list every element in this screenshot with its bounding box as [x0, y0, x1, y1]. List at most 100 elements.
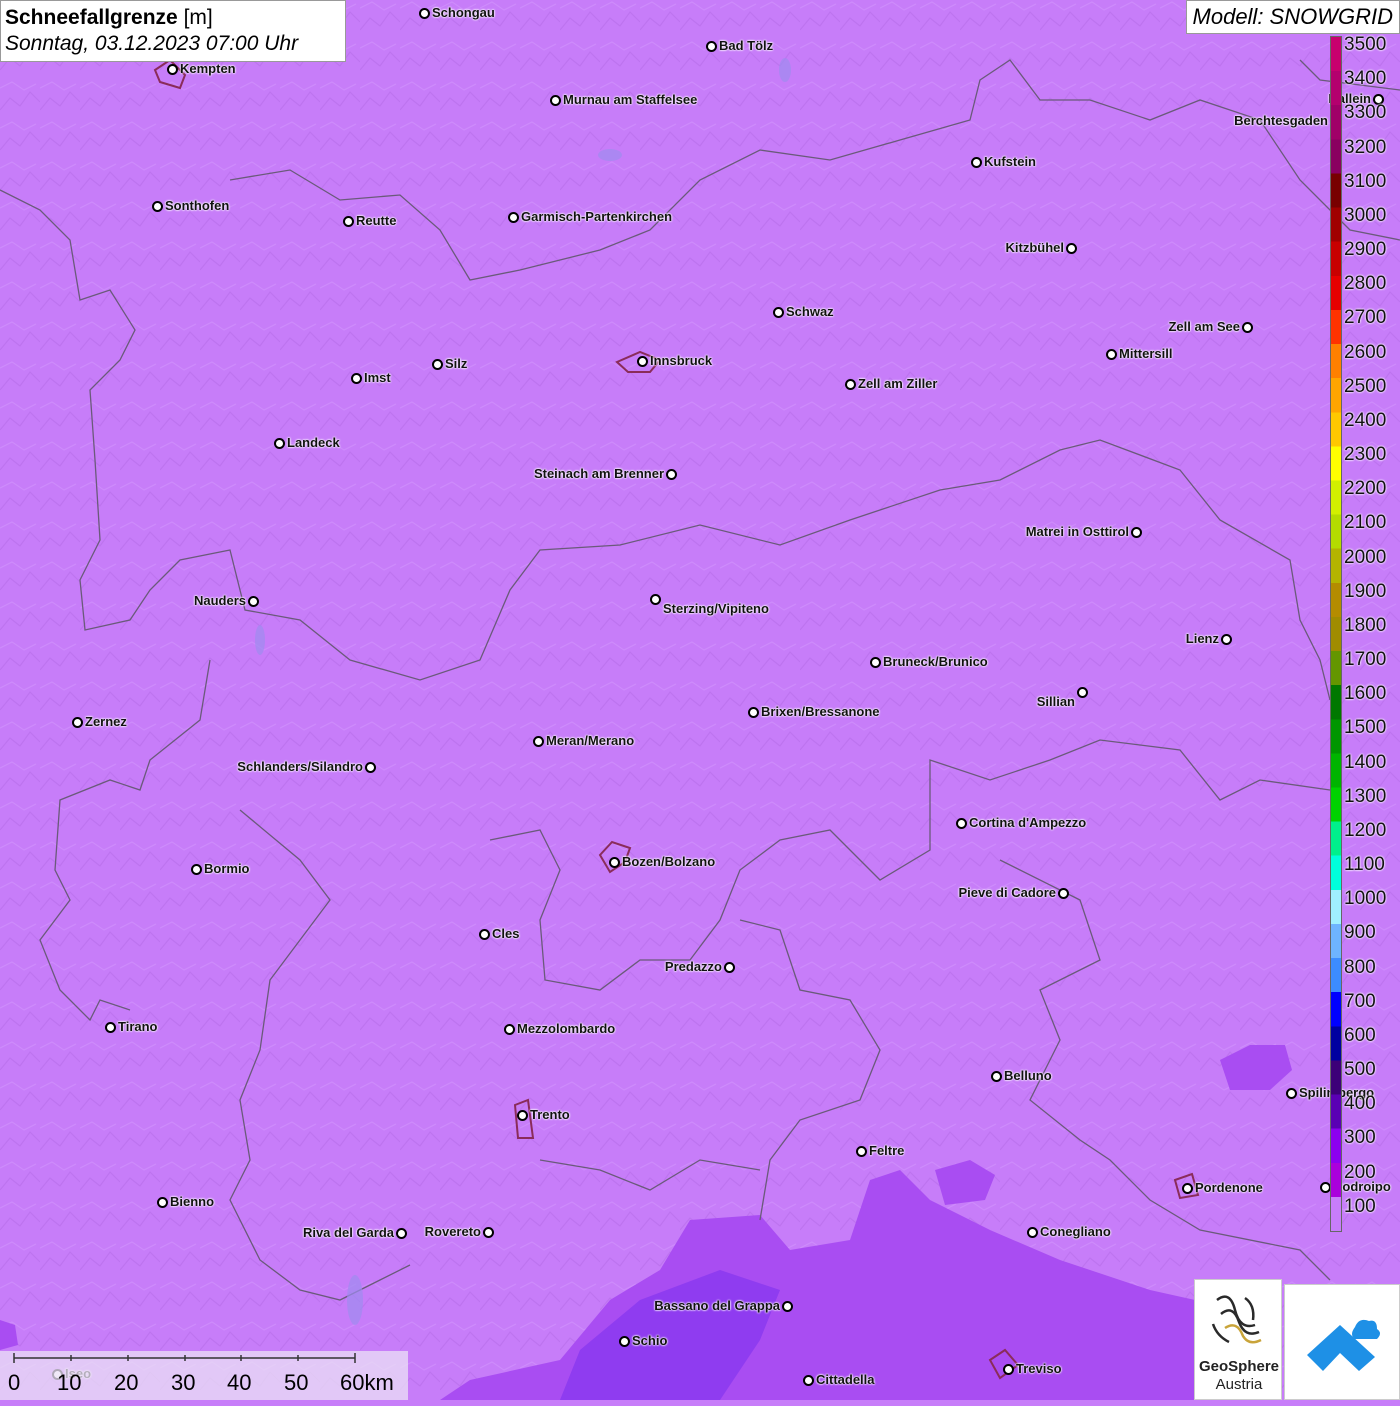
city-label: Imst	[364, 370, 391, 385]
city-marker[interactable]	[1077, 687, 1088, 698]
city-marker[interactable]	[1058, 888, 1069, 899]
city-marker[interactable]	[650, 594, 661, 605]
city-marker[interactable]	[971, 157, 982, 168]
city-marker[interactable]	[396, 1228, 407, 1239]
city-marker[interactable]	[1131, 527, 1142, 538]
city-marker[interactable]	[479, 929, 490, 940]
legend-tick-label: 2000	[1344, 546, 1387, 568]
city-label: Tirano	[118, 1019, 158, 1034]
city-marker[interactable]	[517, 1110, 528, 1121]
city-label: Lienz	[1185, 631, 1219, 646]
city-marker[interactable]	[1003, 1364, 1014, 1375]
city-marker[interactable]	[870, 657, 881, 668]
city-marker[interactable]	[351, 373, 362, 384]
legend-tick-label: 1000	[1344, 888, 1387, 910]
city-marker[interactable]	[724, 962, 735, 973]
city-marker[interactable]	[191, 864, 202, 875]
city-marker[interactable]	[956, 818, 967, 829]
scale-tick-label: 30	[171, 1370, 196, 1395]
city-marker[interactable]	[72, 717, 83, 728]
cloud-app-logo-icon	[1307, 1319, 1380, 1371]
map-title-box: Schneefallgrenze [m] Sonntag, 03.12.2023…	[0, 0, 346, 62]
city-label: Zell am Ziller	[858, 376, 938, 391]
city-marker[interactable]	[1221, 634, 1232, 645]
city-marker[interactable]	[666, 469, 677, 480]
city-label: Landeck	[287, 435, 340, 450]
city-marker[interactable]	[432, 359, 443, 370]
legend-tick-label: 500	[1344, 1059, 1376, 1081]
city-marker[interactable]	[533, 736, 544, 747]
city-marker[interactable]	[508, 212, 519, 223]
legend-tick-label: 1900	[1344, 580, 1387, 602]
legend-tick-label: 2600	[1344, 341, 1387, 363]
geosphere-logo[interactable]: GeoSphere Austria	[1194, 1279, 1282, 1400]
legend-tick-label: 2200	[1344, 478, 1387, 500]
city-marker[interactable]	[1106, 349, 1117, 360]
city-marker[interactable]	[157, 1197, 168, 1208]
city-marker[interactable]	[1182, 1183, 1193, 1194]
city-label: Pieve di Cadore	[958, 885, 1056, 900]
city-marker[interactable]	[1066, 243, 1077, 254]
city-label: Mittersill	[1119, 346, 1173, 361]
color-legend-bar	[1330, 36, 1342, 1232]
city-marker[interactable]	[773, 307, 784, 318]
city-marker[interactable]	[845, 379, 856, 390]
city-label: Bienno	[170, 1194, 215, 1209]
city-label: Meran/Merano	[546, 733, 635, 748]
city-label: Zernez	[85, 714, 127, 729]
legend-tick-label: 3400	[1344, 68, 1387, 90]
city-marker[interactable]	[167, 64, 178, 75]
city-marker[interactable]	[1242, 322, 1253, 333]
legend-tick-label: 1800	[1344, 614, 1387, 636]
city-label: Reutte	[356, 213, 397, 228]
title-parameter: Schneefallgrenze	[5, 6, 178, 29]
city-marker[interactable]	[343, 216, 354, 227]
city-marker[interactable]	[365, 762, 376, 773]
city-label: Conegliano	[1040, 1224, 1111, 1239]
city-label: Brixen/Bressanone	[761, 704, 880, 719]
city-label: Nauders	[193, 593, 246, 608]
legend-tick-label: 900	[1344, 922, 1376, 944]
city-marker[interactable]	[1027, 1227, 1038, 1238]
city-marker[interactable]	[105, 1022, 116, 1033]
city-label: Schwaz	[786, 304, 834, 319]
city-label: Cortina d'Ampezzo	[969, 815, 1087, 830]
city-label: Rovereto	[424, 1224, 481, 1239]
legend-tick-label: 1600	[1344, 683, 1387, 705]
cloud-app-logo[interactable]	[1284, 1284, 1400, 1400]
legend-tick-label: 600	[1344, 1024, 1376, 1046]
city-marker[interactable]	[706, 41, 717, 52]
city-label: Schio	[632, 1333, 668, 1348]
city-label: Silz	[445, 356, 468, 371]
city-label: Sterzing/Vipiteno	[663, 601, 769, 616]
city-marker[interactable]	[550, 95, 561, 106]
city-label: Trento	[530, 1107, 570, 1122]
city-marker[interactable]	[619, 1336, 630, 1347]
city-marker[interactable]	[991, 1071, 1002, 1082]
city-marker[interactable]	[609, 857, 620, 868]
city-marker[interactable]	[248, 596, 259, 607]
city-label: Kempten	[180, 61, 236, 76]
city-label: Innsbruck	[650, 353, 713, 368]
legend-tick-label: 3200	[1344, 136, 1387, 158]
city-marker[interactable]	[274, 438, 285, 449]
city-marker[interactable]	[483, 1227, 494, 1238]
legend-tick-label: 1300	[1344, 785, 1387, 807]
city-label: Schongau	[432, 5, 495, 20]
city-marker[interactable]	[1286, 1088, 1297, 1099]
legend-tick-label: 1200	[1344, 819, 1387, 841]
city-label: Riva del Garda	[302, 1225, 394, 1240]
legend-tick-label: 400	[1344, 1093, 1376, 1115]
legend-tick-label: 3000	[1344, 204, 1387, 226]
city-marker[interactable]	[803, 1375, 814, 1386]
city-label: Mezzolombardo	[517, 1021, 616, 1036]
city-marker[interactable]	[152, 201, 163, 212]
city-marker[interactable]	[856, 1146, 867, 1157]
city-marker[interactable]	[748, 707, 759, 718]
city-marker[interactable]	[637, 356, 648, 367]
city-label: Zell am See	[1168, 319, 1240, 334]
city-marker[interactable]	[504, 1024, 515, 1035]
scale-tick-label: 0	[8, 1370, 21, 1395]
city-marker[interactable]	[782, 1301, 793, 1312]
city-marker[interactable]	[419, 8, 430, 19]
